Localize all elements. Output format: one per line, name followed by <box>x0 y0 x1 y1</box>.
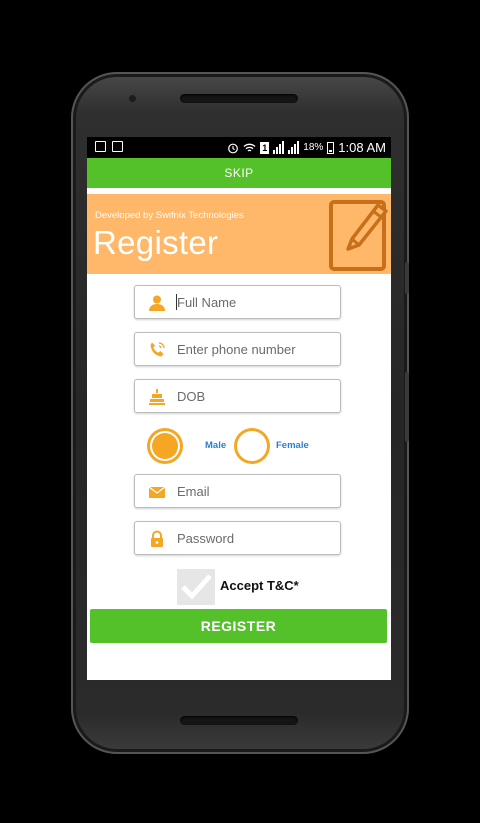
wifi-icon <box>243 143 256 152</box>
mail-notification-icon <box>112 141 123 152</box>
app-screen: 1 18% 1:08 AM SKIP Developed by Swifnix … <box>87 137 391 680</box>
full-name-field[interactable]: Full Name <box>134 285 341 319</box>
female-radio[interactable] <box>234 428 270 464</box>
dob-field[interactable]: DOB <box>134 379 341 413</box>
front-camera <box>129 95 136 102</box>
lock-icon <box>151 530 163 547</box>
volume-button <box>405 372 409 442</box>
image-notification-icon <box>95 141 106 152</box>
page-title: Register <box>93 224 219 261</box>
phone-icon <box>150 342 165 357</box>
skip-button[interactable]: SKIP <box>87 158 391 188</box>
phone-placeholder: Enter phone number <box>177 342 296 357</box>
clock: 1:08 AM <box>338 140 386 155</box>
alarm-icon <box>228 143 239 153</box>
checkmark-icon <box>181 574 212 600</box>
male-radio-dot <box>152 433 178 459</box>
register-banner: Developed by Swifnix Technologies Regist… <box>87 194 391 274</box>
power-button <box>405 262 409 294</box>
password-field[interactable]: Password <box>134 521 341 555</box>
password-placeholder: Password <box>177 531 235 546</box>
bottom-speaker <box>180 716 298 725</box>
full-name-placeholder: Full Name <box>177 295 237 310</box>
status-bar: 1 18% 1:08 AM <box>87 137 391 158</box>
battery-percent: 18% <box>303 142 324 153</box>
male-label: Male <box>205 440 227 451</box>
email-placeholder: Email <box>177 484 210 499</box>
female-label: Female <box>276 440 309 451</box>
sim-icon: 1 <box>260 141 270 154</box>
accept-terms-label: Accept T&C* <box>220 578 299 593</box>
dob-placeholder: DOB <box>177 389 206 404</box>
signal-icon-2 <box>288 141 300 154</box>
accept-checkbox[interactable] <box>177 569 215 605</box>
envelope-icon <box>148 486 166 498</box>
battery-icon <box>327 141 335 154</box>
cake-icon <box>149 389 165 405</box>
male-radio[interactable] <box>147 428 183 464</box>
signal-icon <box>273 141 285 154</box>
earpiece-speaker <box>180 94 298 103</box>
phone-field[interactable]: Enter phone number <box>134 332 341 366</box>
user-icon <box>149 295 165 311</box>
edit-pencil-icon <box>329 200 388 271</box>
developer-credit: Developed by Swifnix Technologies <box>95 210 244 221</box>
email-field[interactable]: Email <box>134 474 341 508</box>
register-button[interactable]: REGISTER <box>90 609 387 643</box>
